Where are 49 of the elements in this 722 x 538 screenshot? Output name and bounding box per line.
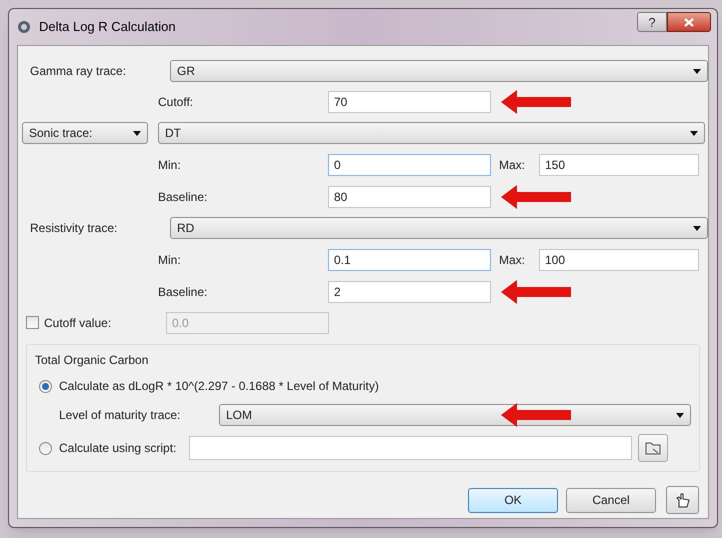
- input-field[interactable]: 150: [539, 154, 699, 176]
- input-field[interactable]: 0: [328, 154, 491, 176]
- radio-button[interactable]: [39, 380, 52, 392]
- radio-button[interactable]: [39, 442, 52, 454]
- window-title: Delta Log R Calculation: [39, 18, 176, 36]
- hand-pointer-icon: [674, 492, 690, 508]
- field-label: Level of maturity trace:: [59, 407, 182, 424]
- radio-label: Calculate as dLogR * 10^(2.297 - 0.1688 * Level of Maturity): [59, 378, 379, 395]
- dropdown-arrow-icon: [690, 130, 698, 136]
- dropdown[interactable]: RD: [170, 217, 708, 239]
- input-field[interactable]: 80: [328, 186, 491, 208]
- field-label: Resistivity trace:: [30, 220, 118, 237]
- close-button[interactable]: [667, 12, 711, 32]
- field-label: Baseline:: [158, 188, 208, 206]
- dialog-button[interactable]: Cancel: [566, 488, 656, 512]
- input-field[interactable]: 0.1: [328, 249, 491, 271]
- dropdown[interactable]: DT: [158, 122, 705, 144]
- folder-icon: [645, 441, 662, 455]
- dropdown-arrow-icon: [693, 226, 701, 230]
- dropdown-arrow-icon: [693, 68, 701, 74]
- arrow-icon: [501, 403, 571, 427]
- field-label: Cutoff:: [158, 94, 194, 111]
- script-field[interactable]: [189, 436, 632, 460]
- input-field[interactable]: 100: [539, 249, 699, 271]
- open-folder-button[interactable]: [638, 434, 668, 462]
- field-label: Min:: [158, 252, 182, 269]
- field-label: Max:: [499, 252, 526, 269]
- radio-label: Calculate using script:: [59, 440, 176, 457]
- field-label: Min:: [158, 157, 182, 174]
- dropdown[interactable]: LOM: [219, 404, 691, 426]
- help-button[interactable]: ?: [637, 12, 667, 32]
- field-label: Baseline:: [158, 284, 208, 300]
- trace-type-dropdown[interactable]: Sonic trace:: [22, 122, 148, 144]
- arrow-icon: [501, 280, 571, 304]
- close-icon: [684, 18, 694, 26]
- app-icon: [17, 20, 31, 34]
- pointer-button[interactable]: [666, 486, 699, 514]
- checkbox-label: Cutoff value:: [44, 314, 112, 332]
- input-field[interactable]: 2: [328, 280, 491, 302]
- input-field[interactable]: 70: [328, 91, 491, 113]
- dropdown-arrow-icon: [133, 130, 141, 136]
- group-title: Total Organic Carbon: [35, 352, 148, 369]
- arrow-icon: [501, 185, 571, 209]
- arrow-icon: [501, 90, 571, 114]
- dropdown-arrow-icon: [676, 412, 684, 418]
- field-label: Gamma ray trace:: [30, 63, 128, 80]
- dialog-button[interactable]: OK: [468, 488, 558, 512]
- field-label: Max:: [499, 157, 526, 174]
- dropdown[interactable]: GR: [170, 60, 708, 82]
